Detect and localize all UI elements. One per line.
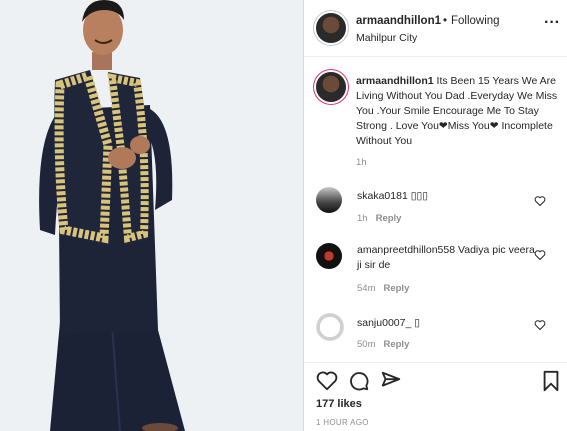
comment-avatar[interactable] (316, 313, 344, 341)
comment-text: ▯▯▯ (410, 190, 429, 202)
caption-username[interactable]: armaandhillon1 (356, 75, 434, 87)
location-link[interactable]: Mahilpur City (356, 32, 417, 44)
more-options-icon[interactable]: ··· (544, 14, 560, 32)
comment-like-heart-icon[interactable] (534, 195, 546, 207)
comment-meta: 50m Reply (357, 339, 409, 350)
comment-avatar[interactable] (316, 243, 342, 269)
share-paper-plane-icon[interactable] (380, 370, 402, 392)
comment-meta: 1h Reply (357, 213, 401, 224)
comment-like-heart-icon[interactable] (534, 319, 546, 331)
comment-time[interactable]: 1h (357, 213, 368, 224)
reply-button[interactable]: Reply (383, 339, 409, 350)
comment-username[interactable]: sanju0007_ (357, 317, 411, 329)
comment-username[interactable]: amanpreetdhillon558 (357, 244, 455, 256)
post-details-panel: armaandhillon1 • Following Mahilpur City… (304, 0, 567, 431)
comment-text: ▯ (414, 317, 421, 329)
post-header: armaandhillon1 • Following Mahilpur City… (304, 0, 567, 56)
caption-avatar[interactable] (316, 72, 346, 102)
reply-button[interactable]: Reply (383, 283, 409, 294)
instagram-post-view: armaandhillon1 • Following Mahilpur City… (0, 0, 567, 431)
likes-count[interactable]: 177 likes (316, 398, 362, 410)
comment-time[interactable]: 54m (357, 283, 375, 294)
post-photo[interactable] (0, 0, 303, 431)
separator-dot: • (443, 15, 448, 27)
bookmark-icon[interactable] (540, 370, 562, 392)
caption-text: armaandhillon1 Its Been 15 Years We Are … (356, 74, 561, 149)
header-username[interactable]: armaandhillon1 (356, 15, 441, 27)
action-bar (304, 363, 567, 399)
comment-icon[interactable] (348, 370, 370, 392)
comment-item: amanpreetdhillon558 Vadiya pic veera ji … (357, 243, 542, 273)
comment-item: sanju0007_ ▯ (357, 316, 542, 331)
following-button[interactable]: Following (451, 15, 500, 27)
man-in-traditional-outfit-image (0, 0, 303, 431)
post-timestamp[interactable]: 1 HOUR AGO (316, 418, 369, 427)
avatar[interactable] (316, 13, 346, 43)
reply-button[interactable]: Reply (376, 213, 402, 224)
comment-avatar[interactable] (316, 187, 342, 213)
comment-username[interactable]: skaka0181 (357, 190, 408, 202)
comment-meta: 54m Reply (357, 283, 409, 294)
caption-timestamp[interactable]: 1h (356, 157, 367, 168)
heart-outline-icon[interactable] (316, 370, 338, 392)
comment-item: skaka0181 ▯▯▯ (357, 189, 542, 204)
comment-like-heart-icon[interactable] (534, 249, 546, 261)
comment-time[interactable]: 50m (357, 339, 375, 350)
header-divider (304, 56, 567, 57)
